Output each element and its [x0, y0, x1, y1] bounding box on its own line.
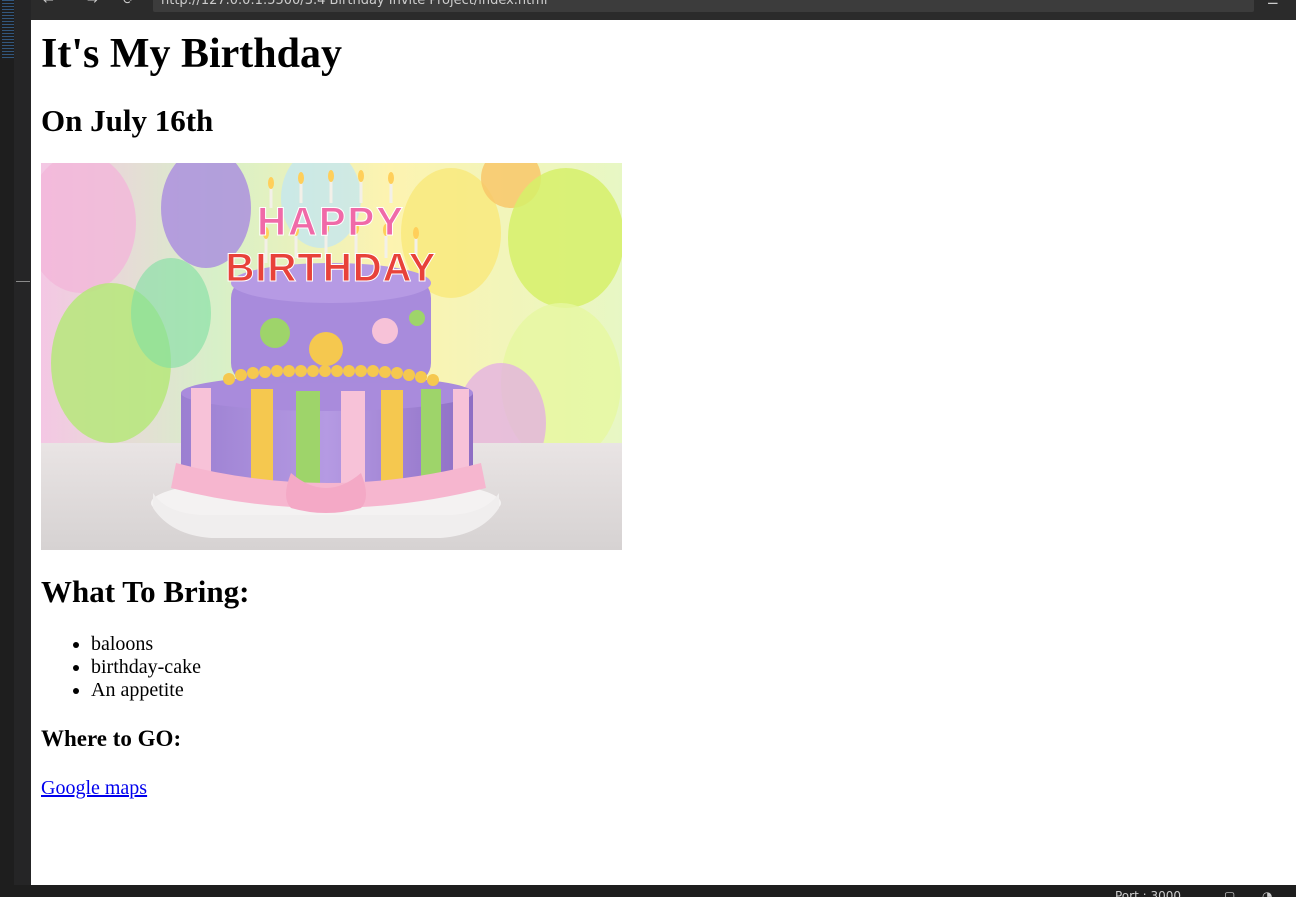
google-maps-link[interactable]: Google maps — [41, 777, 147, 799]
list-item: An appetite — [91, 679, 391, 702]
minimap-column — [0, 0, 14, 885]
date-heading: On July 16th — [41, 103, 214, 138]
split-divider[interactable] — [16, 281, 30, 282]
status-bar: Port : 3000 ▢ ◔ — [0, 885, 1296, 897]
bell-icon[interactable]: ◔ — [1262, 889, 1272, 897]
bring-heading: What To Bring: — [41, 574, 250, 609]
list-item: baloons — [91, 633, 391, 656]
cake-topper-happy: HAPPY — [257, 200, 405, 244]
menu-icon[interactable]: ☰ — [1267, 0, 1279, 8]
birthday-cake-image: HAPPY BIRTHDAY — [41, 163, 622, 550]
where-heading: Where to GO: — [41, 726, 182, 751]
address-bar[interactable]: http://127.0.0.1:5500/3.4 Birthday Invit… — [153, 0, 1254, 12]
minimap-preview[interactable] — [2, 0, 14, 60]
page-viewport: It's My Birthday On July 16th HAPPY BIRT… — [31, 20, 1296, 885]
bring-list: baloons birthday-cake An appetite — [41, 633, 391, 702]
birthday-cake-illustration: HAPPY BIRTHDAY — [41, 163, 622, 550]
list-item: birthday-cake — [91, 656, 391, 679]
back-icon[interactable]: ← — [43, 0, 54, 8]
page-title: It's My Birthday — [41, 31, 343, 77]
port-status[interactable]: Port : 3000 — [1115, 889, 1181, 897]
notification-icon[interactable]: ▢ — [1224, 889, 1235, 897]
reload-icon[interactable]: ⟳ — [123, 0, 134, 8]
editor-left-rail — [0, 0, 32, 885]
forward-icon[interactable]: → — [87, 0, 98, 8]
browser-toolbar: ← → ⟳ http://127.0.0.1:5500/3.4 Birthday… — [31, 0, 1296, 20]
cake-topper-birthday: BIRTHDAY — [226, 246, 437, 290]
